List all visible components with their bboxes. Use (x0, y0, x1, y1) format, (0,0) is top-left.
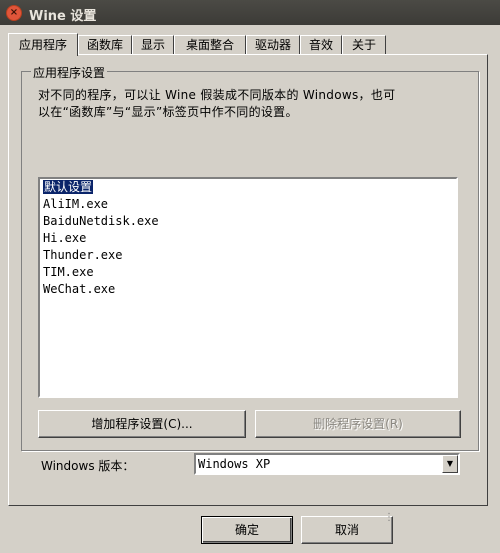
windows-version-value: Windows XP (198, 457, 271, 471)
application-list[interactable]: 默认设置 AliIM.exe BaiduNetdisk.exe Hi.exe T… (38, 177, 458, 398)
tab-drives[interactable]: 驱动器 (246, 35, 300, 55)
ok-button[interactable]: 确定 (201, 516, 293, 544)
list-item[interactable]: Thunder.exe (40, 247, 456, 264)
list-item[interactable]: AliIM.exe (40, 196, 456, 213)
list-item[interactable]: TIM.exe (40, 264, 456, 281)
windows-version-label: Windows 版本： (41, 459, 135, 473)
tab-about[interactable]: 关于 (342, 35, 386, 55)
tab-audio[interactable]: 音效 (300, 35, 342, 55)
resize-grip-icon[interactable]: ⋮ (384, 512, 394, 526)
remove-application-button[interactable]: 删除程序设置(R) (255, 410, 461, 438)
list-item[interactable]: BaiduNetdisk.exe (40, 213, 456, 230)
list-item[interactable]: Hi.exe (40, 230, 456, 247)
tab-desktop-integration[interactable]: 桌面整合 (174, 35, 246, 55)
window-title: Wine 设置 (29, 9, 97, 24)
description-text: 对不同的程序，可以让 Wine 假装成不同版本的 Windows，也可 以在“函… (38, 88, 396, 119)
list-item[interactable]: 默认设置 (40, 179, 456, 196)
cancel-button[interactable]: 取消 (301, 516, 393, 544)
tab-applications[interactable]: 应用程序 (8, 33, 78, 56)
group-label: 应用程序设置 (31, 64, 108, 81)
list-item[interactable]: WeChat.exe (40, 281, 456, 298)
tab-libraries[interactable]: 函数库 (78, 35, 132, 55)
close-icon[interactable]: × (6, 5, 22, 21)
windows-version-select[interactable]: Windows XP ▼ (194, 453, 460, 475)
add-application-button[interactable]: 增加程序设置(C)... (38, 410, 246, 438)
tab-graphics[interactable]: 显示 (132, 35, 174, 55)
title-bar: × Wine 设置 (0, 0, 500, 25)
chevron-down-icon[interactable]: ▼ (442, 455, 458, 473)
